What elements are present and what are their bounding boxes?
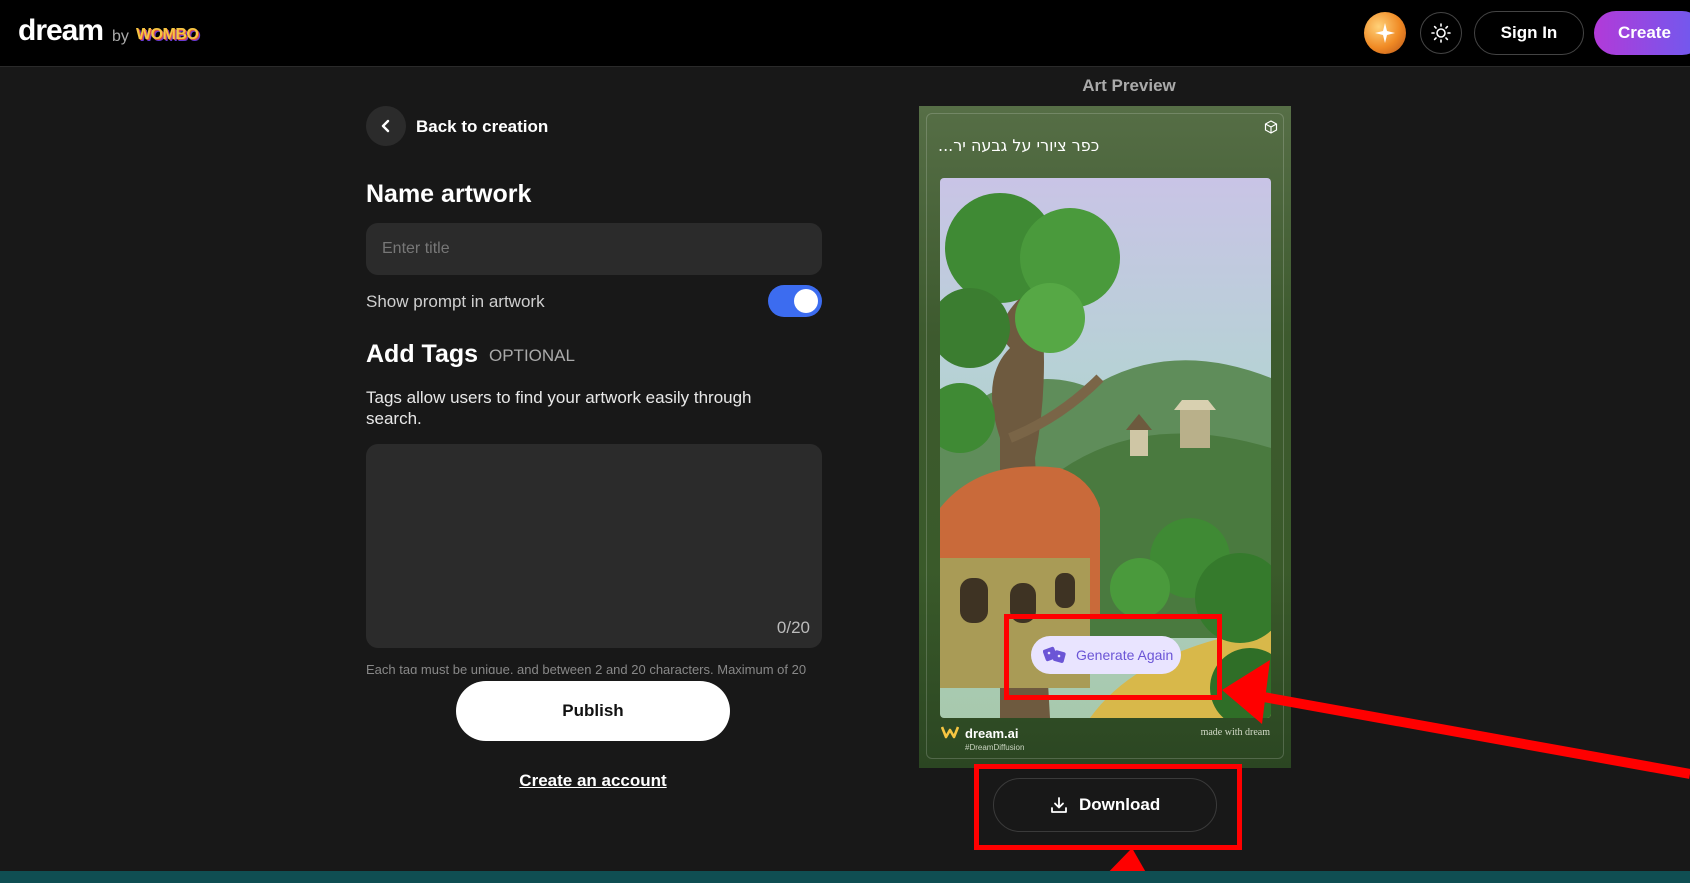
annotation-arrows [1098, 660, 1690, 883]
bottom-strip [0, 871, 1690, 883]
